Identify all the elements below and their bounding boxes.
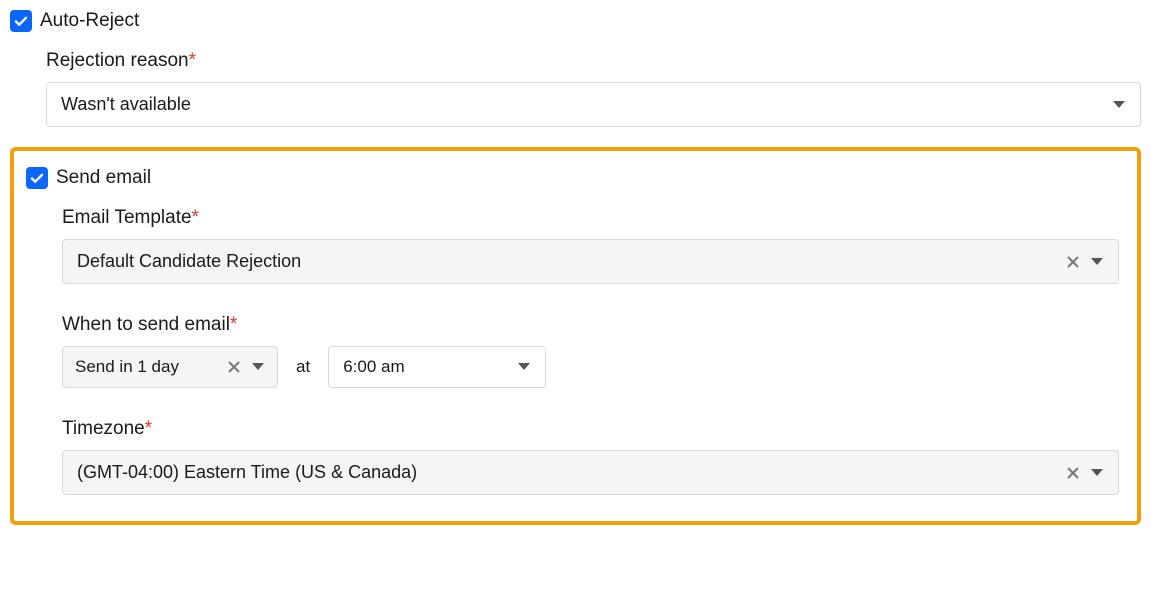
timezone-label: Timezone* bbox=[62, 418, 1119, 440]
chevron-down-icon bbox=[517, 362, 531, 372]
when-to-send-label: When to send email* bbox=[62, 314, 1119, 336]
when-to-send-group: Send in 1 day at 6:00 am bbox=[62, 346, 1119, 388]
required-marker: * bbox=[192, 207, 199, 228]
required-marker: * bbox=[230, 314, 237, 335]
clear-icon[interactable] bbox=[227, 360, 241, 374]
rejection-reason-select[interactable]: Wasn't available bbox=[46, 82, 1141, 127]
email-template-select[interactable]: Default Candidate Rejection bbox=[62, 239, 1119, 284]
required-marker: * bbox=[145, 418, 152, 439]
at-label: at bbox=[296, 357, 310, 377]
send-email-label: Send email bbox=[56, 167, 151, 189]
auto-reject-label: Auto-Reject bbox=[40, 10, 139, 32]
send-time-select[interactable]: 6:00 am bbox=[328, 346, 546, 388]
send-time-value: 6:00 am bbox=[343, 357, 517, 377]
send-email-row: Send email bbox=[26, 167, 1119, 189]
clear-icon[interactable] bbox=[1066, 466, 1080, 480]
chevron-down-icon bbox=[1112, 100, 1126, 110]
send-delay-select[interactable]: Send in 1 day bbox=[62, 346, 278, 388]
checkmark-icon bbox=[13, 13, 29, 29]
timezone-select[interactable]: (GMT-04:00) Eastern Time (US & Canada) bbox=[62, 450, 1119, 495]
clear-icon[interactable] bbox=[1066, 255, 1080, 269]
rejection-reason-label: Rejection reason* bbox=[46, 50, 1141, 72]
chevron-down-icon bbox=[251, 362, 265, 372]
send-email-section: Send email Email Template* Default Candi… bbox=[10, 147, 1141, 525]
chevron-down-icon bbox=[1090, 257, 1104, 267]
checkmark-icon bbox=[29, 170, 45, 186]
send-email-fields: Email Template* Default Candidate Reject… bbox=[62, 207, 1119, 495]
rejection-reason-value: Wasn't available bbox=[61, 94, 1112, 115]
required-marker: * bbox=[189, 50, 196, 71]
auto-reject-checkbox[interactable] bbox=[10, 10, 32, 32]
send-email-checkbox[interactable] bbox=[26, 167, 48, 189]
send-delay-value: Send in 1 day bbox=[75, 357, 227, 377]
chevron-down-icon bbox=[1090, 468, 1104, 478]
auto-reject-fields: Rejection reason* Wasn't available bbox=[46, 50, 1141, 127]
email-template-label: Email Template* bbox=[62, 207, 1119, 229]
timezone-value: (GMT-04:00) Eastern Time (US & Canada) bbox=[77, 462, 1066, 483]
email-template-value: Default Candidate Rejection bbox=[77, 251, 1066, 272]
auto-reject-row: Auto-Reject bbox=[10, 10, 1141, 32]
